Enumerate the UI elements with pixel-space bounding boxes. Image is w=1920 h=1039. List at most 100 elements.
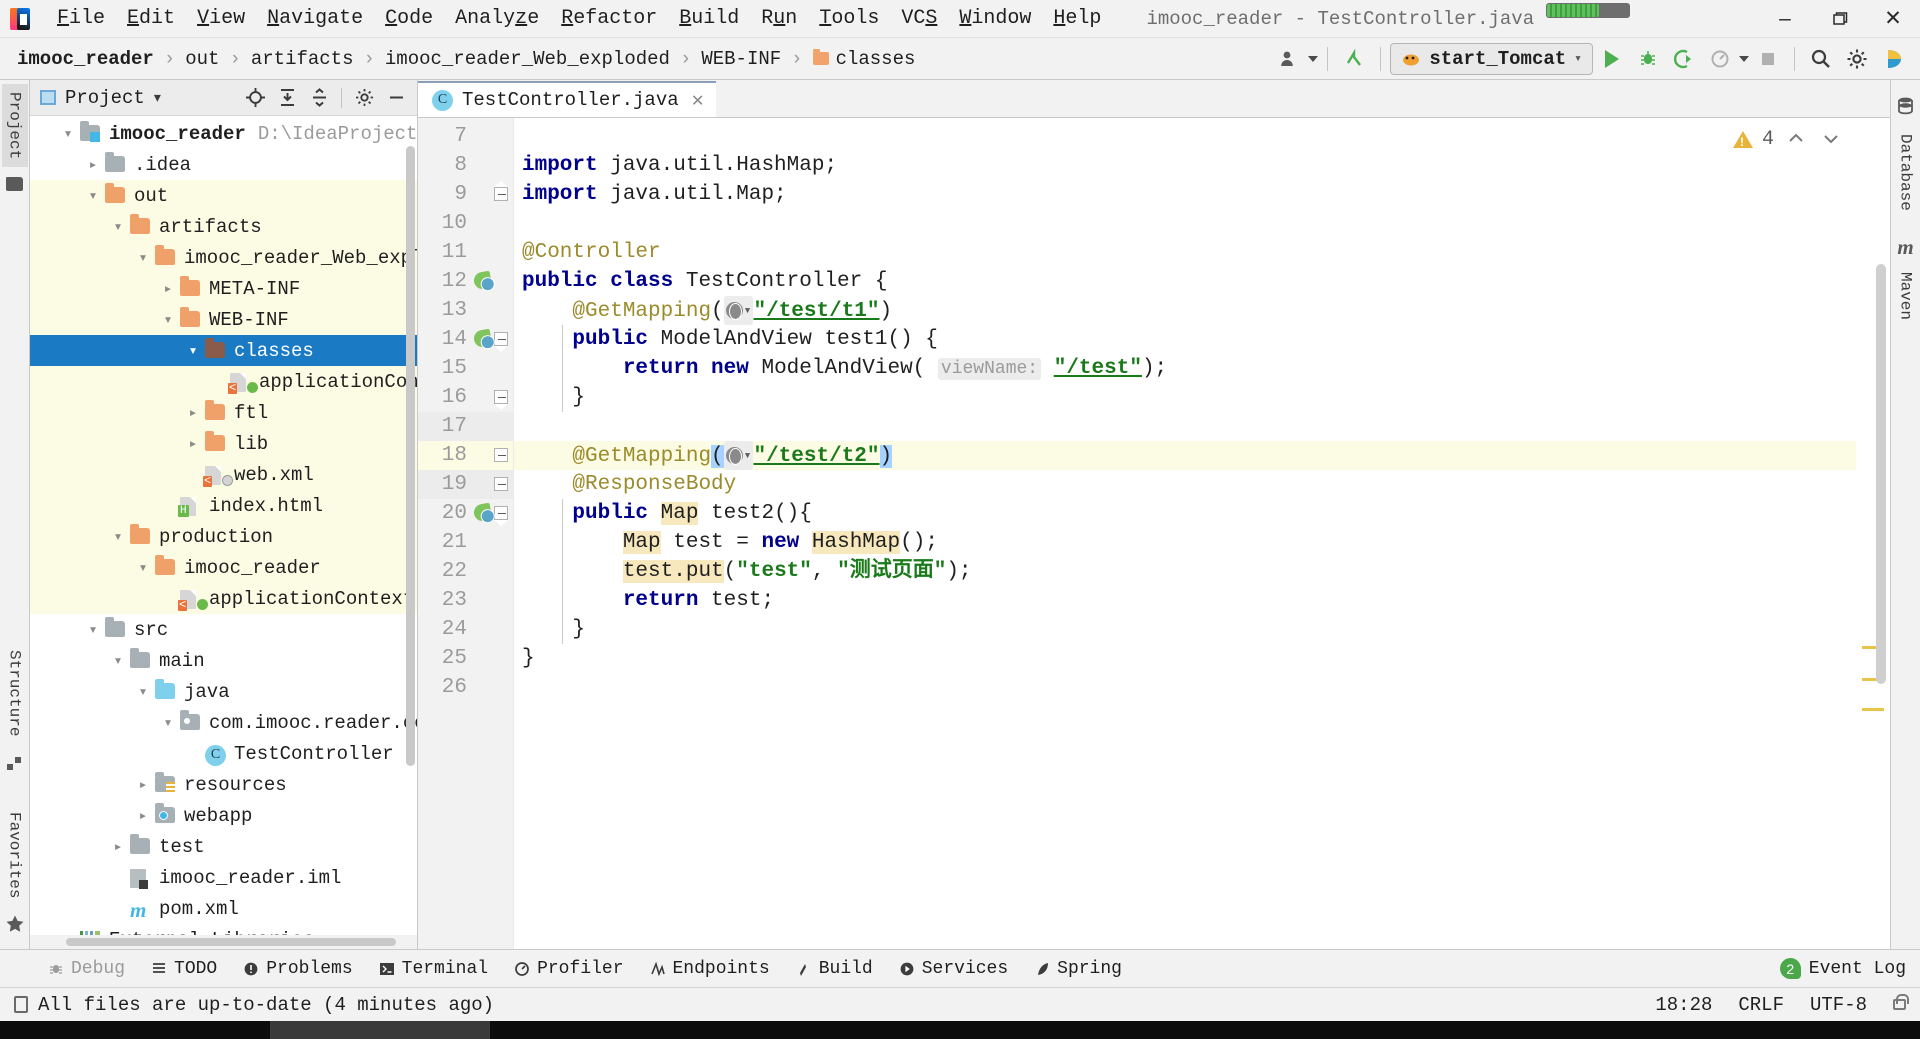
tree-node[interactable]: ▸ .idea (30, 149, 417, 180)
menu-run[interactable]: Run (750, 3, 808, 34)
toolwindow-todo[interactable]: TODO (139, 955, 229, 983)
breadcrumb-item-out[interactable]: out (182, 46, 222, 72)
menu-edit[interactable]: Edit (116, 3, 186, 34)
status-line-separator[interactable]: CRLF (1738, 994, 1784, 1016)
profiler-button[interactable] (1703, 42, 1737, 76)
tree-node[interactable]: ▾ com.imooc.reader.control (30, 707, 417, 738)
vcs-update-icon[interactable] (1337, 42, 1371, 76)
locate-icon[interactable] (240, 84, 270, 112)
chevron-down-icon[interactable]: ▾ (56, 124, 80, 143)
breadcrumb-item-project[interactable]: imooc_reader (14, 46, 157, 72)
debug-button[interactable] (1631, 42, 1665, 76)
toolwindow-endpoints[interactable]: Endpoints (638, 955, 782, 983)
expand-all-icon[interactable] (272, 84, 302, 112)
menu-window[interactable]: Window (948, 3, 1042, 34)
code-line[interactable]: import java.util.HashMap; (514, 151, 1856, 180)
code-line[interactable]: @Controller (514, 238, 1856, 267)
event-log-widget[interactable]: 2 Event Log (1779, 958, 1920, 979)
code-line[interactable]: } (514, 615, 1856, 644)
breadcrumb-item-web-inf[interactable]: WEB-INF (698, 46, 784, 72)
toolwindow-problems[interactable]: Problems (231, 955, 364, 983)
unlocked-icon[interactable] (1893, 994, 1909, 1010)
menu-analyze[interactable]: Analyze (444, 3, 550, 34)
tree-node[interactable]: ▾ out (30, 180, 417, 211)
gear-icon[interactable] (1840, 42, 1874, 76)
tree-node[interactable]: ▸ test (30, 831, 417, 862)
stripe-marker[interactable] (1862, 708, 1884, 711)
code-fold-toggle[interactable] (494, 181, 510, 203)
tree-node[interactable]: ▾ classes (30, 335, 417, 366)
web-mapping-icon[interactable]: ▾ (723, 441, 754, 470)
code-content[interactable]: import java.util.HashMap; import java.uti… (514, 118, 1856, 949)
chevron-down-icon[interactable]: ▾ (81, 620, 105, 639)
tree-node[interactable]: ▾ WEB-INF (30, 304, 417, 335)
chevron-right-icon[interactable]: ▸ (181, 403, 205, 422)
menu-file[interactable]: File (46, 3, 116, 34)
menu-code[interactable]: Code (374, 3, 444, 34)
tree-node[interactable]: C TestController (30, 738, 417, 769)
code-line[interactable] (514, 673, 1856, 702)
chevron-right-icon[interactable]: ▸ (156, 279, 180, 298)
spring-bean-gutter-icon[interactable] (472, 328, 494, 350)
code-fold-toggle[interactable] (494, 332, 510, 352)
toolwindow-terminal[interactable]: Terminal (367, 955, 500, 983)
chevron-down-icon[interactable]: ▾ (181, 341, 205, 360)
tree-node[interactable]: Hindex.html (30, 490, 417, 521)
tree-node[interactable]: ▾ src (30, 614, 417, 645)
chevron-down-icon[interactable]: ▾ (106, 527, 130, 546)
tree-node[interactable]: ▾ artifacts (30, 211, 417, 242)
sidebar-item-structure[interactable]: Structure (2, 642, 28, 744)
tree-horizontal-scrollbar[interactable] (66, 938, 396, 946)
run-with-coverage-button[interactable] (1667, 42, 1701, 76)
tree-node[interactable]: m pom.xml (30, 893, 417, 924)
tree-node[interactable]: ▾ main (30, 645, 417, 676)
code-line[interactable] (514, 412, 1856, 441)
tree-node[interactable]: ▾ imooc_reader (30, 552, 417, 583)
code-fold-toggle[interactable] (494, 506, 510, 526)
code-line[interactable]: } (514, 644, 1856, 673)
menu-navigate[interactable]: Navigate (256, 3, 374, 34)
toolwindow-build[interactable]: Build (784, 955, 885, 983)
code-fold-toggle[interactable] (494, 390, 510, 410)
chevron-down-icon[interactable]: ▾ (156, 713, 180, 732)
tree-node[interactable]: ▾ production (30, 521, 417, 552)
gear-icon[interactable] (349, 84, 379, 112)
toolwindow-debug[interactable]: Debug (36, 955, 137, 983)
tree-node[interactable]: ▸ META-INF (30, 273, 417, 304)
chevron-down-icon[interactable]: ▾ (154, 89, 161, 106)
code-line[interactable]: return new ModelAndView( viewName: "/tes… (514, 354, 1856, 383)
user-icon[interactable] (1272, 42, 1306, 76)
run-configuration-selector[interactable]: start_Tomcat ▾ (1390, 42, 1593, 75)
tree-node[interactable]: ▾ imooc_reader_Web_exploded (30, 242, 417, 273)
tree-node[interactable]: web.xml (30, 459, 417, 490)
chevron-down-icon[interactable]: ▾ (131, 558, 155, 577)
chevron-down-icon[interactable] (1308, 55, 1319, 62)
stop-button[interactable] (1751, 42, 1785, 76)
tree-vertical-scrollbar[interactable] (406, 146, 415, 766)
chevron-right-icon[interactable]: ▸ (81, 155, 105, 174)
menu-tools[interactable]: Tools (808, 3, 890, 34)
code-line[interactable]: } (514, 383, 1856, 412)
spring-bean-gutter-icon[interactable] (472, 502, 494, 524)
code-line[interactable]: Map test = new HashMap(); (514, 528, 1856, 557)
code-line[interactable]: public class TestController { (514, 267, 1856, 296)
menu-help[interactable]: Help (1042, 3, 1112, 34)
menu-vcs[interactable]: VCS (890, 3, 948, 34)
run-button[interactable] (1595, 42, 1629, 76)
sidebar-item-database[interactable]: Database (1893, 126, 1919, 219)
menu-refactor[interactable]: Refactor (550, 3, 668, 34)
tree-node[interactable]: ▸ ftl (30, 397, 417, 428)
maximize-button[interactable] (1812, 0, 1866, 38)
chevron-down-icon[interactable] (1739, 55, 1749, 62)
chevron-right-icon[interactable]: ▸ (106, 837, 130, 856)
chevron-down-icon[interactable]: ▾ (131, 682, 155, 701)
tree-node[interactable]: ▾ java (30, 676, 417, 707)
tree-node[interactable]: ▾ imooc_reader D:\IdeaProjects\imooc (30, 118, 417, 149)
ide-assistant-icon[interactable] (1876, 42, 1910, 76)
tree-node[interactable]: ▸ lib (30, 428, 417, 459)
code-line[interactable]: return test; (514, 586, 1856, 615)
toolwindow-spring[interactable]: Spring (1022, 955, 1134, 983)
sidebar-item-favorites[interactable]: Favorites (2, 804, 28, 906)
tree-node[interactable]: ▸ resources (30, 769, 417, 800)
breadcrumb-item-classes[interactable]: classes (810, 46, 919, 72)
